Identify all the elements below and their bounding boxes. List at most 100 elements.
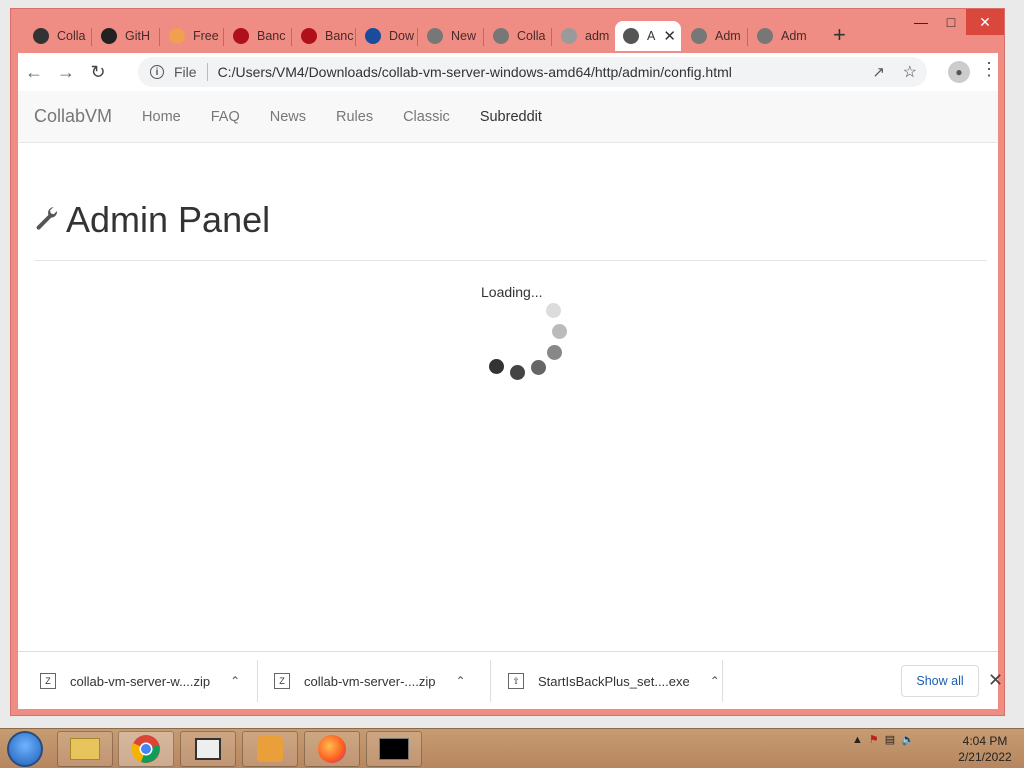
forward-button[interactable]: → [50, 56, 82, 88]
address-url[interactable]: C:/Users/VM4/Downloads/collab-vm-server-… [218, 64, 732, 80]
globe-icon [691, 28, 707, 44]
profile-avatar-icon[interactable]: ● [948, 61, 970, 83]
spinner-dot [489, 359, 504, 374]
control-panel-icon[interactable] [180, 731, 236, 767]
network-icon[interactable]: ▤ [885, 733, 895, 746]
browser-tab[interactable]: Free [161, 21, 223, 51]
reload-button[interactable]: ↻ [82, 56, 114, 88]
browser-tab[interactable]: Dow [357, 21, 417, 51]
browser-window: — □ ✕ Colla GitH Free Banc Banc Dow New Colla ad… [10, 8, 1005, 716]
browser-tab[interactable]: GitH [93, 21, 159, 51]
download-item[interactable]: Z collab-vm-server-w....zip ⌃ [40, 652, 240, 710]
download-divider [490, 660, 491, 702]
menu-kebab-icon[interactable]: ⋮ [980, 59, 998, 80]
chevron-up-icon[interactable]: ⌃ [455, 674, 465, 688]
new-tab-button[interactable]: + [833, 24, 846, 46]
browser-tab[interactable]: Banc [293, 21, 355, 51]
browser-tab[interactable]: Banc [225, 21, 291, 51]
browser-tab[interactable]: Colla [485, 21, 551, 51]
tab-label: A [647, 29, 656, 43]
browser-tab[interactable]: New [419, 21, 483, 51]
tab-divider [417, 28, 418, 46]
close-tab-icon[interactable]: ✕ [663, 27, 676, 45]
bandcamp-icon [233, 28, 249, 44]
windows-taskbar: ▲ ⚑ ▤ 🔈 4:04 PM 2/21/2022 [0, 728, 1024, 768]
site-brand[interactable]: CollabVM [34, 106, 112, 127]
system-tray: ▲ ⚑ ▤ 🔈 [852, 733, 915, 747]
download-item[interactable]: Z collab-vm-server-....zip ⌃ [274, 652, 466, 710]
file-explorer-icon[interactable] [57, 731, 113, 767]
page-heading: Admin Panel [34, 199, 270, 241]
download-item[interactable]: ⇧ StartIsBackPlus_set....exe ⌃ [508, 652, 720, 710]
tab-label: adm [585, 29, 610, 43]
heading-divider [34, 260, 987, 261]
download-filename: StartIsBackPlus_set....exe [538, 673, 690, 689]
tab-divider [355, 28, 356, 46]
show-all-downloads-button[interactable]: Show all [901, 665, 979, 697]
spinner-dot [531, 360, 546, 375]
browser-tab[interactable]: Adm [749, 21, 813, 51]
back-button[interactable]: ← [18, 56, 50, 88]
share-icon[interactable]: ↗ [872, 63, 885, 81]
download-filename: collab-vm-server-....zip [304, 673, 436, 689]
collabvm-icon [33, 28, 49, 44]
tab-label: Dow [389, 29, 415, 43]
tab-divider [223, 28, 224, 46]
start-button[interactable] [7, 731, 43, 767]
bookmark-star-icon[interactable]: ☆ [903, 62, 917, 82]
command-prompt-icon[interactable] [366, 731, 422, 767]
download-divider [257, 660, 258, 702]
address-scheme: File [174, 64, 197, 80]
system-clock[interactable]: 4:04 PM 2/21/2022 [950, 733, 1020, 765]
clock-date: 2/21/2022 [958, 750, 1012, 764]
close-download-shelf-icon[interactable]: ✕ [988, 670, 1003, 691]
zip-file-icon: Z [274, 673, 290, 689]
download-filename: collab-vm-server-w....zip [70, 673, 211, 689]
page-title: Admin Panel [66, 199, 271, 240]
browser-tab[interactable]: Colla [25, 21, 91, 51]
nav-news[interactable]: News [255, 109, 321, 125]
zip-file-icon: Z [40, 673, 56, 689]
nav-classic[interactable]: Classic [388, 109, 465, 125]
chrome-icon[interactable] [118, 731, 174, 767]
github-icon [101, 28, 117, 44]
browser-tab[interactable]: adm [553, 21, 613, 51]
media-player-icon[interactable] [242, 731, 298, 767]
download-divider [722, 660, 723, 702]
spinner-dot [510, 365, 525, 380]
wrench-icon [34, 205, 58, 236]
tab-label: Free [193, 29, 219, 43]
browser-tab[interactable]: A ✕ [615, 21, 681, 51]
tab-label: Banc [257, 29, 286, 43]
chevron-up-icon[interactable]: ⌃ [230, 674, 240, 688]
nav-faq[interactable]: FAQ [196, 109, 255, 125]
volume-muted-icon[interactable]: 🔈 [901, 733, 915, 746]
address-bar[interactable]: i File C:/Users/VM4/Downloads/collab-vm-… [138, 57, 927, 87]
nav-rules[interactable]: Rules [321, 109, 388, 125]
browser-tab[interactable]: Adm [683, 21, 747, 51]
globe-icon [493, 28, 509, 44]
nav-subreddit[interactable]: Subreddit [465, 109, 557, 125]
spinner-dot [552, 324, 567, 339]
address-divider [206, 63, 208, 81]
web-page: CollabVM Home FAQ News Rules Classic Sub… [18, 91, 998, 651]
info-icon[interactable]: i [150, 65, 164, 79]
desktop-scrollbar[interactable] [1008, 0, 1024, 728]
globe-icon [561, 28, 577, 44]
firefox-icon[interactable] [304, 731, 360, 767]
tab-label: Colla [517, 29, 546, 43]
tab-label: GitH [125, 29, 150, 43]
tab-label: Banc [325, 29, 354, 43]
action-center-flag-icon[interactable]: ⚑ [869, 733, 879, 746]
browser-toolbar: ← → ↻ i File C:/Users/VM4/Downloads/coll… [18, 53, 998, 91]
nav-home[interactable]: Home [127, 109, 196, 125]
tab-divider [159, 28, 160, 46]
loading-text: Loading... [481, 284, 543, 300]
show-hidden-icons-icon[interactable]: ▲ [852, 734, 863, 746]
chevron-up-icon[interactable]: ⌃ [710, 674, 720, 688]
globe-icon [623, 28, 639, 44]
chrome-icon [427, 28, 443, 44]
spinner-dot [547, 345, 562, 360]
tab-strip: Colla GitH Free Banc Banc Dow New Colla adm A ✕ Adm… [11, 19, 1004, 53]
site-navbar: CollabVM Home FAQ News Rules Classic Sub… [18, 91, 998, 143]
